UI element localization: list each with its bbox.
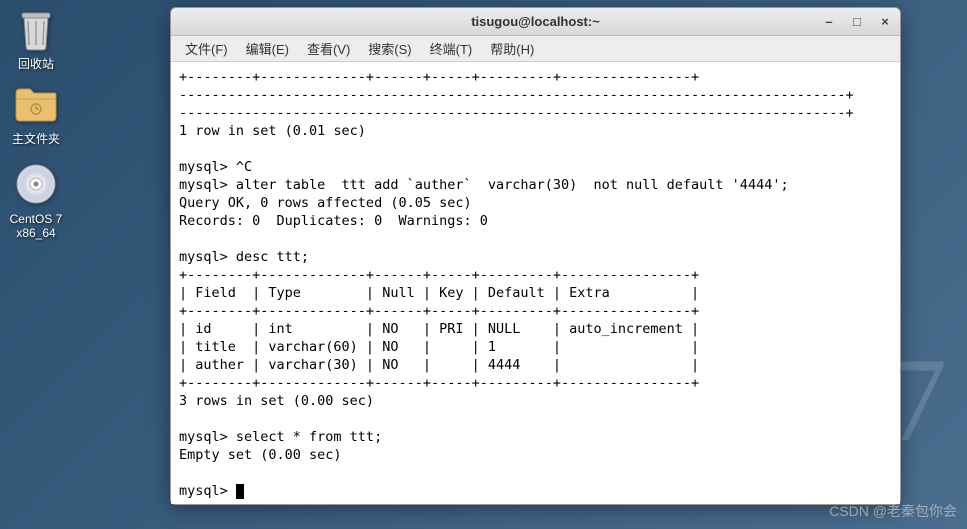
term-line: Records: 0 Duplicates: 0 Warnings: 0 xyxy=(179,213,488,229)
maximize-button[interactable]: □ xyxy=(850,15,864,29)
terminal-body[interactable]: +--------+-------------+------+-----+---… xyxy=(171,62,900,504)
cursor-icon xyxy=(236,484,244,499)
term-line: | Field | Type | Null | Key | Default | … xyxy=(179,285,699,301)
term-line: Empty set (0.00 sec) xyxy=(179,447,342,463)
cd-icon xyxy=(12,160,60,208)
menu-file[interactable]: 文件(F) xyxy=(177,36,236,61)
term-prompt: mysql> xyxy=(179,483,236,499)
trash-bin-icon xyxy=(12,5,60,53)
term-line: | id | int | NO | PRI | NULL | auto_incr… xyxy=(179,321,699,337)
watermark: CSDN @老秦包你会 xyxy=(829,501,957,521)
window-title: tisugou@localhost:~ xyxy=(471,14,600,29)
term-line: +--------+-------------+------+-----+---… xyxy=(179,267,699,283)
term-line: ----------------------------------------… xyxy=(179,105,854,121)
disc-icon[interactable]: CentOS 7 x86_64 xyxy=(6,160,66,241)
disc-label-2: x86_64 xyxy=(6,226,66,240)
term-line: +--------+-------------+------+-----+---… xyxy=(179,303,699,319)
trash-icon[interactable]: 回收站 xyxy=(6,5,66,71)
close-button[interactable]: × xyxy=(878,15,892,29)
term-line: mysql> ^C xyxy=(179,159,252,175)
menu-help[interactable]: 帮助(H) xyxy=(482,36,542,61)
terminal-window: tisugou@localhost:~ – □ × 文件(F) 编辑(E) 查看… xyxy=(170,7,901,505)
home-folder-icon[interactable]: 主文件夹 xyxy=(6,80,66,146)
menu-edit[interactable]: 编辑(E) xyxy=(238,36,297,61)
term-line: 1 row in set (0.01 sec) xyxy=(179,123,366,139)
term-line: mysql> desc ttt; xyxy=(179,249,309,265)
term-line: | title | varchar(60) | NO | | 1 | | xyxy=(179,339,699,355)
home-folder-label: 主文件夹 xyxy=(6,132,66,146)
term-line: +--------+-------------+------+-----+---… xyxy=(179,69,699,85)
term-line: mysql> alter table ttt add `auther` varc… xyxy=(179,177,789,193)
term-line: mysql> select * from ttt; xyxy=(179,429,382,445)
window-controls: – □ × xyxy=(822,15,892,29)
disc-label-1: CentOS 7 xyxy=(6,212,66,226)
folder-icon xyxy=(12,80,60,128)
term-line: | auther | varchar(30) | NO | | 4444 | | xyxy=(179,357,699,373)
term-line: +--------+-------------+------+-----+---… xyxy=(179,375,699,391)
menu-search[interactable]: 搜索(S) xyxy=(360,36,419,61)
term-line: ----------------------------------------… xyxy=(179,87,854,103)
menu-terminal[interactable]: 终端(T) xyxy=(422,36,481,61)
menu-view[interactable]: 查看(V) xyxy=(299,36,358,61)
minimize-button[interactable]: – xyxy=(822,15,836,29)
titlebar[interactable]: tisugou@localhost:~ – □ × xyxy=(171,8,900,36)
term-line: 3 rows in set (0.00 sec) xyxy=(179,393,374,409)
trash-label: 回收站 xyxy=(6,57,66,71)
term-line: Query OK, 0 rows affected (0.05 sec) xyxy=(179,195,472,211)
menubar: 文件(F) 编辑(E) 查看(V) 搜索(S) 终端(T) 帮助(H) xyxy=(171,36,900,62)
